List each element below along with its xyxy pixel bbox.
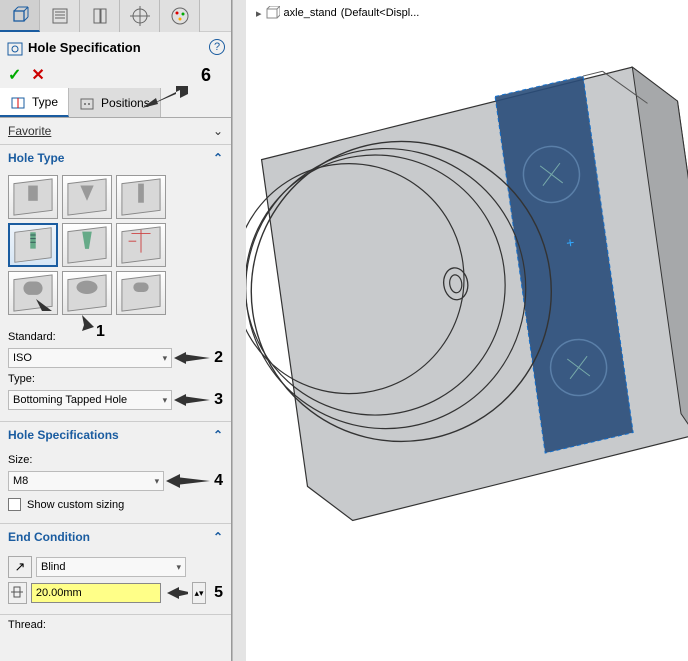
callout-4: 4 (212, 472, 223, 490)
chevron-up-icon: ⌃ (213, 151, 223, 165)
favorite-label: Favorite (8, 124, 51, 138)
callout-5: 5 (210, 584, 223, 602)
thread-label: Thread: (0, 615, 231, 635)
viewport[interactable]: ▸ axle_stand (Default<Displ... + (246, 0, 688, 661)
hole-type-label: Hole Type (8, 151, 64, 165)
confirm-row: ✓ ✕ 6 (0, 62, 231, 88)
hole-spec-label: Hole Specifications (8, 428, 119, 442)
cube-icon (10, 5, 30, 25)
hole-countersink[interactable] (62, 175, 112, 219)
hole-type-header[interactable]: Hole Type ⌃ (0, 145, 231, 171)
end-condition-select[interactable]: Blind ▾ (36, 557, 186, 577)
list-icon (50, 6, 70, 26)
custom-sizing-label: Show custom sizing (27, 499, 124, 511)
breadcrumb-config: (Default<Displ... (341, 7, 420, 19)
target-icon (130, 6, 150, 26)
property-panel: Hole Specification ? ✓ ✕ 6 Type Position… (0, 0, 232, 661)
size-value: M8 (13, 475, 28, 487)
hole-counterbore-slot[interactable] (8, 271, 58, 315)
tab-type[interactable]: Type (0, 88, 69, 117)
arrow-annotation-2 (172, 348, 212, 368)
part-icon (266, 6, 280, 20)
chevron-down-icon: ⌄ (213, 124, 223, 138)
feature-tree-tab[interactable] (0, 0, 40, 32)
breadcrumb[interactable]: ▸ axle_stand (Default<Displ... (256, 6, 419, 20)
breadcrumb-part: axle_stand (284, 7, 337, 19)
ok-button[interactable]: ✓ (8, 65, 21, 85)
feature-manager-tabs (0, 0, 231, 32)
type-select[interactable]: Bottoming Tapped Hole ▾ (8, 390, 172, 410)
dropdown-icon: ▾ (176, 562, 181, 573)
config-icon (90, 6, 110, 26)
type-position-tabs: Type Positions (0, 88, 231, 118)
end-condition-header[interactable]: End Condition ⌃ (0, 524, 231, 550)
hole-straight-tap[interactable] (8, 223, 58, 267)
model-view: + (246, 40, 688, 660)
arrow-annotation-4 (164, 471, 212, 491)
tab-positions[interactable]: Positions (69, 88, 161, 117)
end-condition-label: End Condition (8, 530, 90, 544)
hole-tapered-tap[interactable] (62, 223, 112, 267)
type-icon (10, 94, 26, 110)
arrow-annotation-5 (165, 583, 188, 603)
hole-spec-header[interactable]: Hole Specifications ⌃ (0, 422, 231, 448)
dropdown-icon: ▾ (163, 395, 168, 406)
standard-select[interactable]: ISO ▾ (8, 348, 172, 368)
type-value: Bottoming Tapped Hole (13, 394, 127, 406)
hole-counterbore[interactable] (8, 175, 58, 219)
arrow-annotation-3 (172, 390, 212, 410)
hole-legacy[interactable] (116, 223, 166, 267)
positions-icon (79, 95, 95, 111)
config-manager-tab[interactable] (80, 0, 120, 32)
tab-positions-label: Positions (101, 96, 150, 110)
chevron-up-icon: ⌃ (213, 530, 223, 544)
favorite-section: Favorite ⌄ (0, 118, 231, 145)
depth-icon (9, 585, 25, 601)
end-condition-section: End Condition ⌃ ↗ Blind ▾ ▴▾ 5 (0, 524, 231, 615)
hole-type-section: Hole Type ⌃ 1 Standard: (0, 145, 231, 422)
panel-title: Hole Specification (24, 40, 209, 55)
palette-icon (170, 6, 190, 26)
panel-scrollbar[interactable] (232, 0, 246, 661)
reverse-direction-button[interactable]: ↗ (8, 556, 32, 578)
appearance-tab[interactable] (160, 0, 200, 32)
standard-label: Standard: (8, 329, 223, 345)
hole-slot[interactable] (116, 271, 166, 315)
depth-input[interactable] (31, 583, 161, 603)
standard-value: ISO (13, 352, 32, 364)
size-select[interactable]: M8 ▾ (8, 471, 164, 491)
custom-sizing-checkbox[interactable] (8, 498, 21, 511)
chevron-up-icon: ⌃ (213, 428, 223, 442)
help-icon[interactable]: ? (209, 39, 225, 55)
size-label: Size: (8, 452, 223, 468)
hole-countersink-slot[interactable] (62, 271, 112, 315)
callout-2: 2 (212, 349, 223, 367)
breadcrumb-arrow-icon: ▸ (256, 7, 262, 20)
hole-wizard-icon (6, 38, 24, 56)
dropdown-icon: ▾ (163, 353, 168, 364)
callout-6: 6 (201, 65, 223, 86)
tab-type-label: Type (32, 95, 58, 109)
dropdown-icon: ▾ (155, 476, 160, 487)
callout-1: 1 (96, 323, 105, 341)
type-label: Type: (8, 371, 223, 387)
hole-spec-section: Hole Specifications ⌃ Size: M8 ▾ 4 Show … (0, 422, 231, 524)
favorite-header[interactable]: Favorite ⌄ (0, 118, 231, 144)
hole-type-grid (8, 175, 223, 315)
depth-spinner[interactable]: ▴▾ (192, 582, 206, 604)
dimxpert-tab[interactable] (120, 0, 160, 32)
panel-header: Hole Specification ? (0, 32, 231, 62)
end-condition-value: Blind (41, 561, 65, 573)
hole-simple[interactable] (116, 175, 166, 219)
callout-3: 3 (212, 391, 223, 409)
property-manager-tab[interactable] (40, 0, 80, 32)
custom-sizing-row[interactable]: Show custom sizing (8, 494, 223, 515)
cancel-button[interactable]: ✕ (31, 65, 44, 85)
depth-icon-button[interactable] (8, 582, 27, 604)
